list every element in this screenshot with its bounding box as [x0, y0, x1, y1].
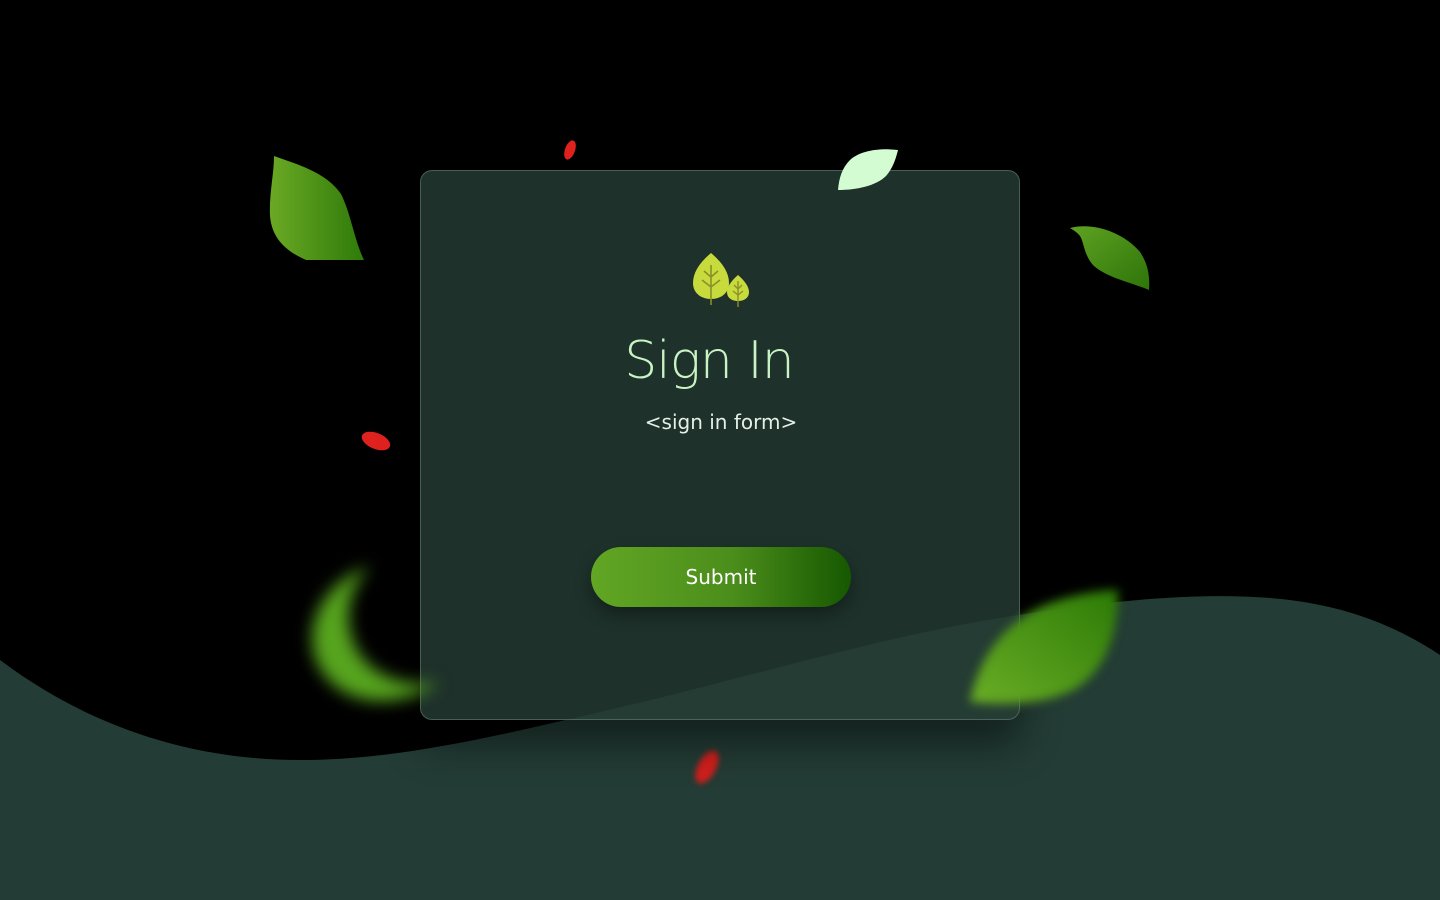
red-petal-icon	[695, 750, 719, 784]
signin-card: Sign In <sign in form> Submit	[420, 170, 1020, 720]
form-placeholder: <sign in form>	[644, 410, 798, 434]
red-petal-icon	[361, 431, 391, 451]
crescent-leaf-icon	[312, 566, 440, 701]
page-title: Sign In	[624, 331, 794, 391]
leaf-icon	[1070, 226, 1150, 290]
leaf-icon	[269, 156, 364, 260]
leaves-icon	[693, 253, 749, 307]
blurred-leaf-icon	[970, 590, 1118, 704]
signin-page: Sign In <sign in form> Submit	[0, 0, 1440, 900]
red-petal-icon	[564, 140, 576, 160]
pale-leaf-icon	[838, 149, 898, 190]
submit-button[interactable]: Submit	[591, 547, 851, 607]
